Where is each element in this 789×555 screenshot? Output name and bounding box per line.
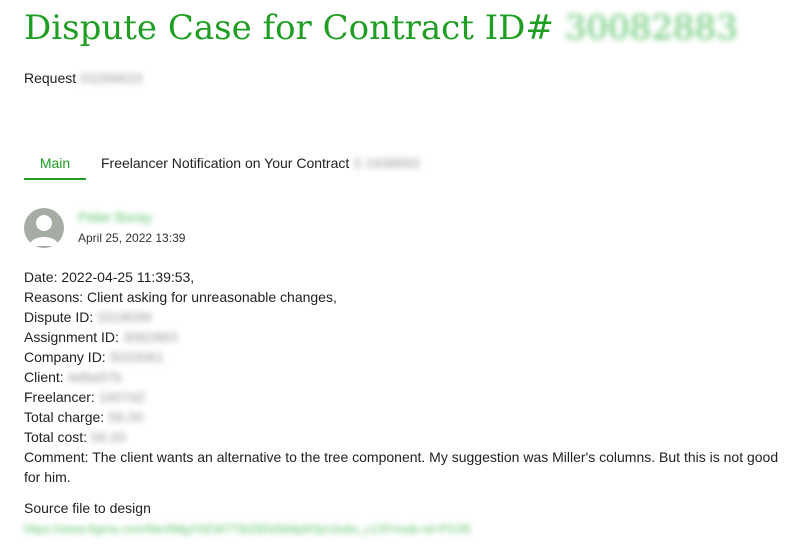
detail-dispute-id: Dispute ID: 3318099 — [24, 307, 784, 327]
dispute-details: Date: 2022-04-25 11:39:53, Reasons: Clie… — [24, 267, 784, 487]
detail-reasons: Reasons: Client asking for unreasonable … — [24, 289, 337, 305]
detail-company-id: Company ID: 5033061 — [24, 347, 784, 367]
detail-freelancer: Freelancer: 1607d2 — [24, 387, 784, 407]
detail-value: 56.00 — [108, 409, 144, 425]
source-file-link[interactable]: https://www.figma.com/file/4MgXSEW7T8iZ8… — [24, 519, 471, 539]
detail-value: 3318099 — [97, 309, 152, 325]
source-file-block: Source file to design https://www.figma.… — [24, 498, 784, 539]
user-avatar-icon — [29, 215, 59, 246]
detail-comment: Comment: The client wants an alternative… — [24, 449, 779, 485]
page-title-text: Dispute Case for Contract ID# — [24, 8, 554, 48]
detail-label: Assignment ID: — [24, 329, 119, 345]
tab-main-label: Main — [39, 155, 71, 171]
request-label: Request — [24, 70, 77, 86]
page-title: Dispute Case for Contract ID# 30082883 — [24, 8, 738, 48]
tab-notification-id: 3 1938893 — [353, 155, 420, 171]
detail-label: Client: — [24, 369, 64, 385]
detail-value: 3082883 — [122, 329, 178, 345]
avatar — [24, 208, 64, 248]
detail-value: 56.00 — [90, 429, 126, 445]
detail-label: Dispute ID: — [24, 309, 94, 325]
detail-date: Date: 2022-04-25 11:39:53, — [24, 269, 195, 285]
post-timestamp: April 25, 2022 13:39 — [78, 231, 186, 245]
detail-label: Total charge: — [24, 409, 105, 425]
tab-freelancer-notification[interactable]: Freelancer Notification on Your Contract… — [101, 147, 419, 172]
tab-bar: Main Freelancer Notification on Your Con… — [24, 147, 419, 180]
detail-label: Freelancer: — [24, 389, 95, 405]
tab-main[interactable]: Main — [24, 147, 86, 180]
detail-value: 1607d2 — [98, 389, 146, 405]
detail-value: 5033061 — [109, 349, 165, 365]
request-line: Request 03266633 — [24, 69, 142, 87]
detail-client: Client: 4d6a97b — [24, 367, 784, 387]
tab-freelancer-notification-label: Freelancer Notification on Your Contract — [101, 155, 350, 171]
request-id: 03266633 — [80, 70, 143, 86]
contract-id: 30082883 — [564, 8, 738, 48]
detail-value: 4d6a97b — [67, 369, 123, 385]
detail-total-charge: Total charge: 56.00 — [24, 407, 784, 427]
detail-label: Total cost: — [24, 429, 88, 445]
detail-label: Company ID: — [24, 349, 106, 365]
detail-total-cost: Total cost: 56.00 — [24, 427, 784, 447]
author-name[interactable]: Peter Boray — [78, 208, 152, 226]
author-name-text: Peter Boray — [78, 209, 152, 225]
source-file-label: Source file to design — [24, 500, 151, 516]
detail-assignment-id: Assignment ID: 3082883 — [24, 327, 784, 347]
